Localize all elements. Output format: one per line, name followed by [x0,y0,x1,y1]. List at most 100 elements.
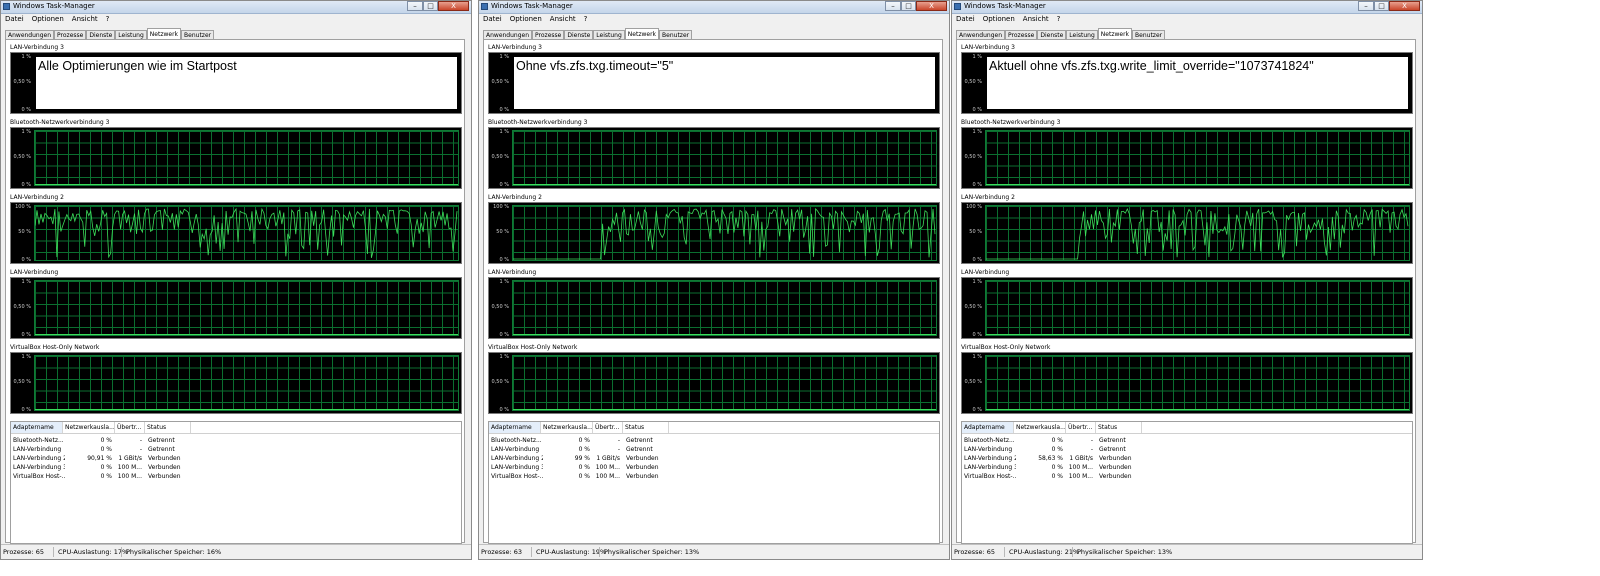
menu-item-3[interactable]: Ansicht [550,14,576,25]
y-tick-label: 1 % [972,354,982,360]
status-separator [1072,547,1073,557]
menu-item-1[interactable]: Datei [956,14,975,25]
minimize-button[interactable]: – [407,1,423,11]
status-separator [599,547,600,557]
table-cell: - [139,446,142,453]
table-cell: 100 M... [1068,473,1093,480]
table-row[interactable]: LAN-Verbindung 0 % - Getrennt [489,445,939,454]
close-button[interactable]: X [1389,1,1420,11]
table-row[interactable]: LAN-Verbindung 3 0 % 100 M... Verbunden [11,463,461,472]
y-axis-labels: 1 % 0,50 % 0 % [11,353,33,413]
menu-item-4[interactable]: ? [584,14,588,25]
graph-plot-area [34,355,459,411]
tab-strip: Anwendungen Prozesse Dienste Leistung Netzwe… [483,28,693,40]
table-row[interactable]: LAN-Verbindung 3 0 % 100 M... Verbunden [489,463,939,472]
adapter-list[interactable]: Adaptername Netzwerkausla... Übertr... Stat… [961,421,1413,544]
title-bar[interactable]: Windows Task-Manager – □ X [1,1,471,14]
y-tick-label: 0 % [972,257,982,263]
table-row[interactable]: VirtualBox Host-... 0 % 100 M... Verbunden [962,472,1412,481]
table-row[interactable]: VirtualBox Host-... 0 % 100 M... Verbunden [489,472,939,481]
column-header[interactable]: Adaptername [11,422,63,433]
y-tick-label: 0,50 % [964,79,982,85]
table-cell: LAN-Verbindung 3 [964,464,1016,471]
menu-item-1[interactable]: Datei [483,14,502,25]
menu-item-2[interactable]: Optionen [510,14,542,25]
minimize-button[interactable]: – [1358,1,1374,11]
column-header[interactable]: Adaptername [489,422,541,433]
list-header: Adaptername Netzwerkausla... Übertr... Stat… [489,422,939,434]
menu-item-3[interactable]: Ansicht [72,14,98,25]
annotation-overlay: Ohne vfs.zfs.txg.timeout="5" [512,55,937,111]
menu-item-2[interactable]: Optionen [983,14,1015,25]
menu-bar: Datei Optionen Ansicht? [1,14,471,25]
status-separator [53,547,54,557]
column-header[interactable]: Übertr... [593,422,623,433]
column-header[interactable]: Status [145,422,191,433]
network-graph: 1 % 0,50 % 0 % [961,352,1413,414]
maximize-button[interactable]: □ [423,1,438,11]
network-graph-section: LAN-Verbindung 1 % 0,50 % 0 % [488,269,940,339]
table-cell: VirtualBox Host-... [13,473,65,480]
table-row[interactable]: VirtualBox Host-... 0 % 100 M... Verbunden [11,472,461,481]
y-axis-labels: 1 % 0,50 % 0 % [489,278,511,338]
close-button[interactable]: X [438,1,469,11]
y-axis-labels: 1 % 0,50 % 0 % [489,53,511,113]
graph-title: VirtualBox Host-Only Network [10,344,100,351]
table-row[interactable]: Bluetooth-Netz... 0 % - Getrennt [11,436,461,445]
table-cell: 0 % [1051,437,1063,444]
y-tick-label: 0,50 % [13,154,31,160]
graph-plot-area [512,130,937,186]
column-header[interactable]: Übertr... [115,422,145,433]
maximize-button[interactable]: □ [1374,1,1389,11]
title-bar[interactable]: Windows Task-Manager – □ X [479,1,949,14]
table-cell: LAN-Verbindung [964,446,1013,453]
column-header[interactable]: Übertr... [1066,422,1096,433]
y-tick-label: 1 % [972,129,982,135]
y-tick-label: 1 % [972,54,982,60]
column-header[interactable]: Netzwerkausla... [63,422,115,433]
menu-item-4[interactable]: ? [106,14,110,25]
graph-title: VirtualBox Host-Only Network [488,344,578,351]
y-tick-label: 0 % [499,107,509,113]
table-row[interactable]: Bluetooth-Netz... 0 % - Getrennt [962,436,1412,445]
adapter-list[interactable]: Adaptername Netzwerkausla... Übertr... Stat… [488,421,940,544]
column-header[interactable]: Status [623,422,669,433]
menu-item-3[interactable]: Ansicht [1023,14,1049,25]
list-header: Adaptername Netzwerkausla... Übertr... Stat… [11,422,461,434]
network-graph: 100 % 50 % 0 % [488,202,940,264]
table-row[interactable]: LAN-Verbindung 2 58,63 % 1 GBit/s Verbunden [962,454,1412,463]
menu-item-4[interactable]: ? [1057,14,1061,25]
maximize-button[interactable]: □ [901,1,916,11]
table-row[interactable]: LAN-Verbindung 2 90,91 % 1 GBit/s Verbunden [11,454,461,463]
column-header[interactable]: Adaptername [962,422,1014,433]
column-header[interactable]: Netzwerkausla... [541,422,593,433]
title-bar[interactable]: Windows Task-Manager – □ X [952,1,1422,14]
table-row[interactable]: LAN-Verbindung 3 0 % 100 M... Verbunden [962,463,1412,472]
minimize-button[interactable]: – [885,1,901,11]
y-tick-label: 1 % [499,354,509,360]
y-tick-label: 0,50 % [964,379,982,385]
menu-item-1[interactable]: Datei [5,14,24,25]
window-title: Windows Task-Manager [964,2,1046,10]
adapter-list[interactable]: Adaptername Netzwerkausla... Übertr... Stat… [10,421,462,544]
graph-plot-area [34,130,459,186]
network-graph: 1 % 0,50 % 0 % Aktuell ohne vfs.zfs.txg.wri… [961,52,1413,114]
table-row[interactable]: LAN-Verbindung 2 99 % 1 GBit/s Verbunden [489,454,939,463]
y-tick-label: 0,50 % [964,154,982,160]
table-cell: - [617,446,620,453]
table-cell: LAN-Verbindung 2 [13,455,65,462]
table-row[interactable]: Bluetooth-Netz... 0 % - Getrennt [489,436,939,445]
table-cell: 0 % [578,437,590,444]
table-row[interactable]: LAN-Verbindung 0 % - Getrennt [962,445,1412,454]
network-tab-panel: LAN-Verbindung 31 % 0,50 % 0 % Ohne vfs.zfs… [483,39,943,544]
table-row[interactable]: LAN-Verbindung 0 % - Getrennt [11,445,461,454]
column-header[interactable]: Status [1096,422,1142,433]
close-button[interactable]: X [916,1,947,11]
column-header[interactable]: Netzwerkausla... [1014,422,1066,433]
menu-item-2[interactable]: Optionen [32,14,64,25]
graph-title: LAN-Verbindung 2 [10,194,64,201]
y-tick-label: 0 % [972,107,982,113]
network-graph-section: LAN-Verbindung 2 100 % 50 % 0 % [488,194,940,264]
table-cell: 100 M... [117,464,142,471]
graph-title: Bluetooth-Netzwerkverbindung 3 [961,119,1061,126]
